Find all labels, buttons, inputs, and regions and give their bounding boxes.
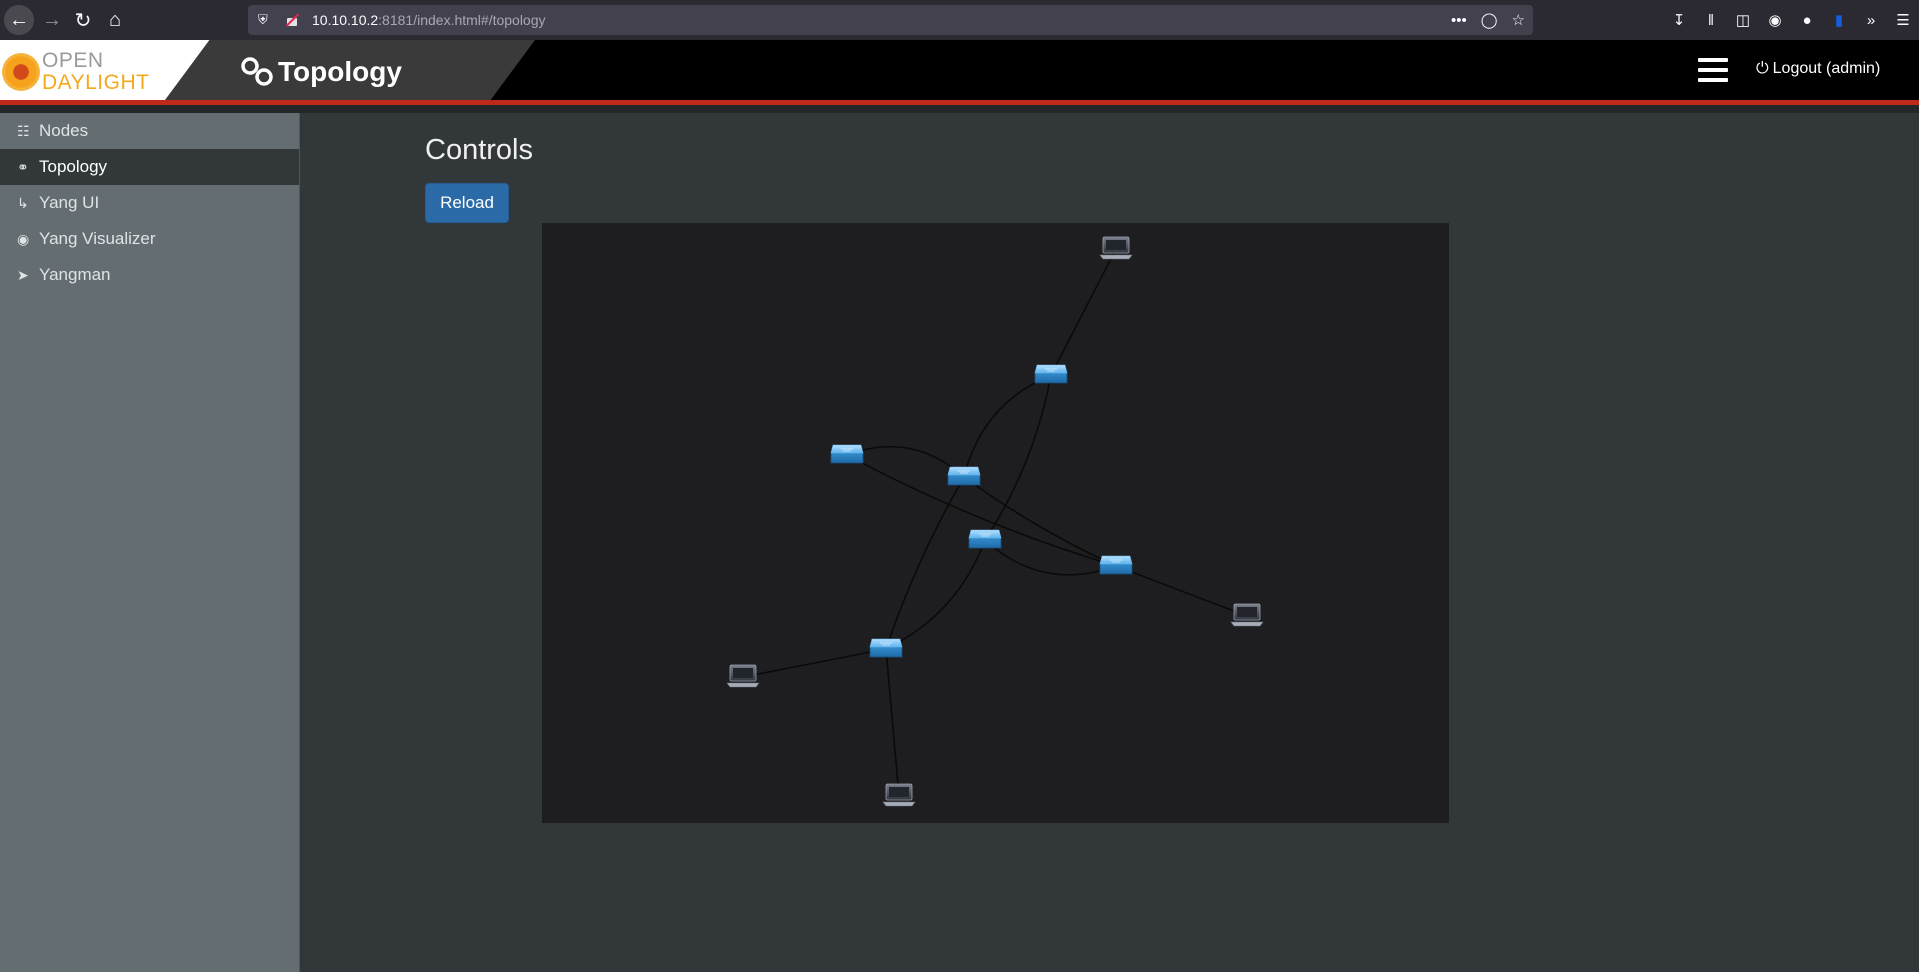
sidebar-item-label: Yang UI bbox=[39, 193, 100, 212]
logo-open-text: OPEN bbox=[42, 49, 104, 72]
forward-button[interactable]: → bbox=[37, 5, 67, 35]
sidebar-item-label: Yang Visualizer bbox=[39, 229, 156, 248]
logout-button[interactable]: ⏻ Logout (admin) bbox=[1756, 60, 1880, 78]
topology-link bbox=[1050, 248, 1117, 376]
browser-toolbar: ← → ↻ ⌂ ⛨ 10.10.10.2:8181/index.html#/to… bbox=[0, 0, 1919, 40]
arrow-down-icon: ↳ bbox=[17, 194, 29, 211]
host-node-icon[interactable] bbox=[882, 783, 916, 807]
sidebar-item-nodes[interactable]: ☷ Nodes bbox=[0, 113, 299, 149]
tracking-shield-icon[interactable]: ⛨ bbox=[258, 12, 274, 28]
overflow-chevron-icon[interactable]: » bbox=[1855, 12, 1887, 29]
topology-link bbox=[1115, 565, 1248, 617]
power-icon: ⏻ bbox=[1756, 60, 1769, 77]
sidebar-item-label: Nodes bbox=[39, 121, 89, 140]
switch-node-icon[interactable] bbox=[1099, 555, 1133, 575]
header-divider bbox=[0, 105, 1919, 113]
opendaylight-flower-icon bbox=[2, 53, 40, 91]
extension-icon[interactable]: ● bbox=[1791, 12, 1823, 29]
topology-link-icon bbox=[241, 57, 273, 86]
host-node-icon[interactable] bbox=[1230, 603, 1264, 627]
sidebar: ☷ Nodes ⚭ Topology ↳ Yang UI ◉ Yang Visu… bbox=[0, 113, 300, 972]
topology-canvas[interactable] bbox=[542, 223, 1449, 823]
topology-link bbox=[846, 445, 965, 478]
downloads-icon[interactable]: ↧ bbox=[1663, 11, 1695, 29]
browser-reload-button[interactable]: ↻ bbox=[68, 5, 98, 35]
home-button[interactable]: ⌂ bbox=[100, 5, 130, 35]
sidebar-item-label: Yangman bbox=[39, 265, 111, 284]
library-icon[interactable]: ‖ bbox=[1695, 12, 1727, 29]
hamburger-menu-icon[interactable] bbox=[1698, 58, 1728, 82]
logo: OPEN DAYLIGHT bbox=[42, 50, 149, 94]
address-bar[interactable]: ⛨ 10.10.10.2:8181/index.html#/topology •… bbox=[248, 5, 1533, 35]
app-header: OPEN DAYLIGHT Topology ⏻ Logout (admin) bbox=[0, 40, 1919, 100]
logout-label: Logout (admin) bbox=[1772, 60, 1881, 77]
switch-node-icon[interactable] bbox=[830, 444, 864, 464]
eye-icon: ◉ bbox=[17, 230, 30, 247]
page-title: Topology bbox=[278, 56, 402, 87]
browser-menu-icon[interactable]: ☰ bbox=[1887, 11, 1919, 29]
host-node-icon[interactable] bbox=[1099, 236, 1133, 260]
switch-node-icon[interactable] bbox=[1034, 364, 1068, 384]
topology-link bbox=[742, 648, 887, 678]
sidebar-item-yangman[interactable]: ➤ Yangman bbox=[0, 257, 299, 293]
sitemap-icon: ☷ bbox=[17, 122, 30, 139]
bookmark-star-icon[interactable]: ☆ bbox=[1512, 11, 1525, 29]
switch-node-icon[interactable] bbox=[869, 638, 903, 658]
topology-link bbox=[885, 648, 900, 797]
topology-link bbox=[963, 476, 1117, 567]
topology-link bbox=[885, 539, 986, 650]
sidebar-item-label: Topology bbox=[39, 157, 108, 176]
rocket-icon: ➤ bbox=[17, 266, 29, 283]
switch-node-icon[interactable] bbox=[947, 466, 981, 486]
sidebar-item-yang-ui[interactable]: ↳ Yang UI bbox=[0, 185, 299, 221]
url-text[interactable]: 10.10.10.2:8181/index.html#/topology bbox=[312, 12, 546, 28]
sidebar-toggle-icon[interactable]: ◫ bbox=[1727, 11, 1759, 29]
topology-link bbox=[984, 374, 1052, 541]
more-actions-icon[interactable]: ••• bbox=[1451, 12, 1467, 29]
link-icon: ⚭ bbox=[17, 158, 29, 175]
switch-node-icon[interactable] bbox=[968, 529, 1002, 549]
topology-graph[interactable] bbox=[542, 223, 1449, 823]
host-node-icon[interactable] bbox=[726, 664, 760, 688]
insecure-lock-icon[interactable] bbox=[284, 12, 300, 28]
account-icon[interactable]: ◉ bbox=[1759, 11, 1791, 29]
sidebar-item-topology[interactable]: ⚭ Topology bbox=[0, 149, 299, 185]
bitwarden-icon[interactable]: ▮ bbox=[1823, 11, 1855, 29]
controls-heading: Controls bbox=[425, 134, 533, 166]
reload-button[interactable]: Reload bbox=[425, 183, 509, 223]
topology-link bbox=[885, 476, 965, 650]
logo-daylight-text: DAYLIGHT bbox=[42, 71, 150, 94]
sidebar-item-yang-visualizer[interactable]: ◉ Yang Visualizer bbox=[0, 221, 299, 257]
pocket-icon[interactable]: ◯ bbox=[1481, 11, 1498, 29]
back-button[interactable]: ← bbox=[4, 5, 34, 35]
